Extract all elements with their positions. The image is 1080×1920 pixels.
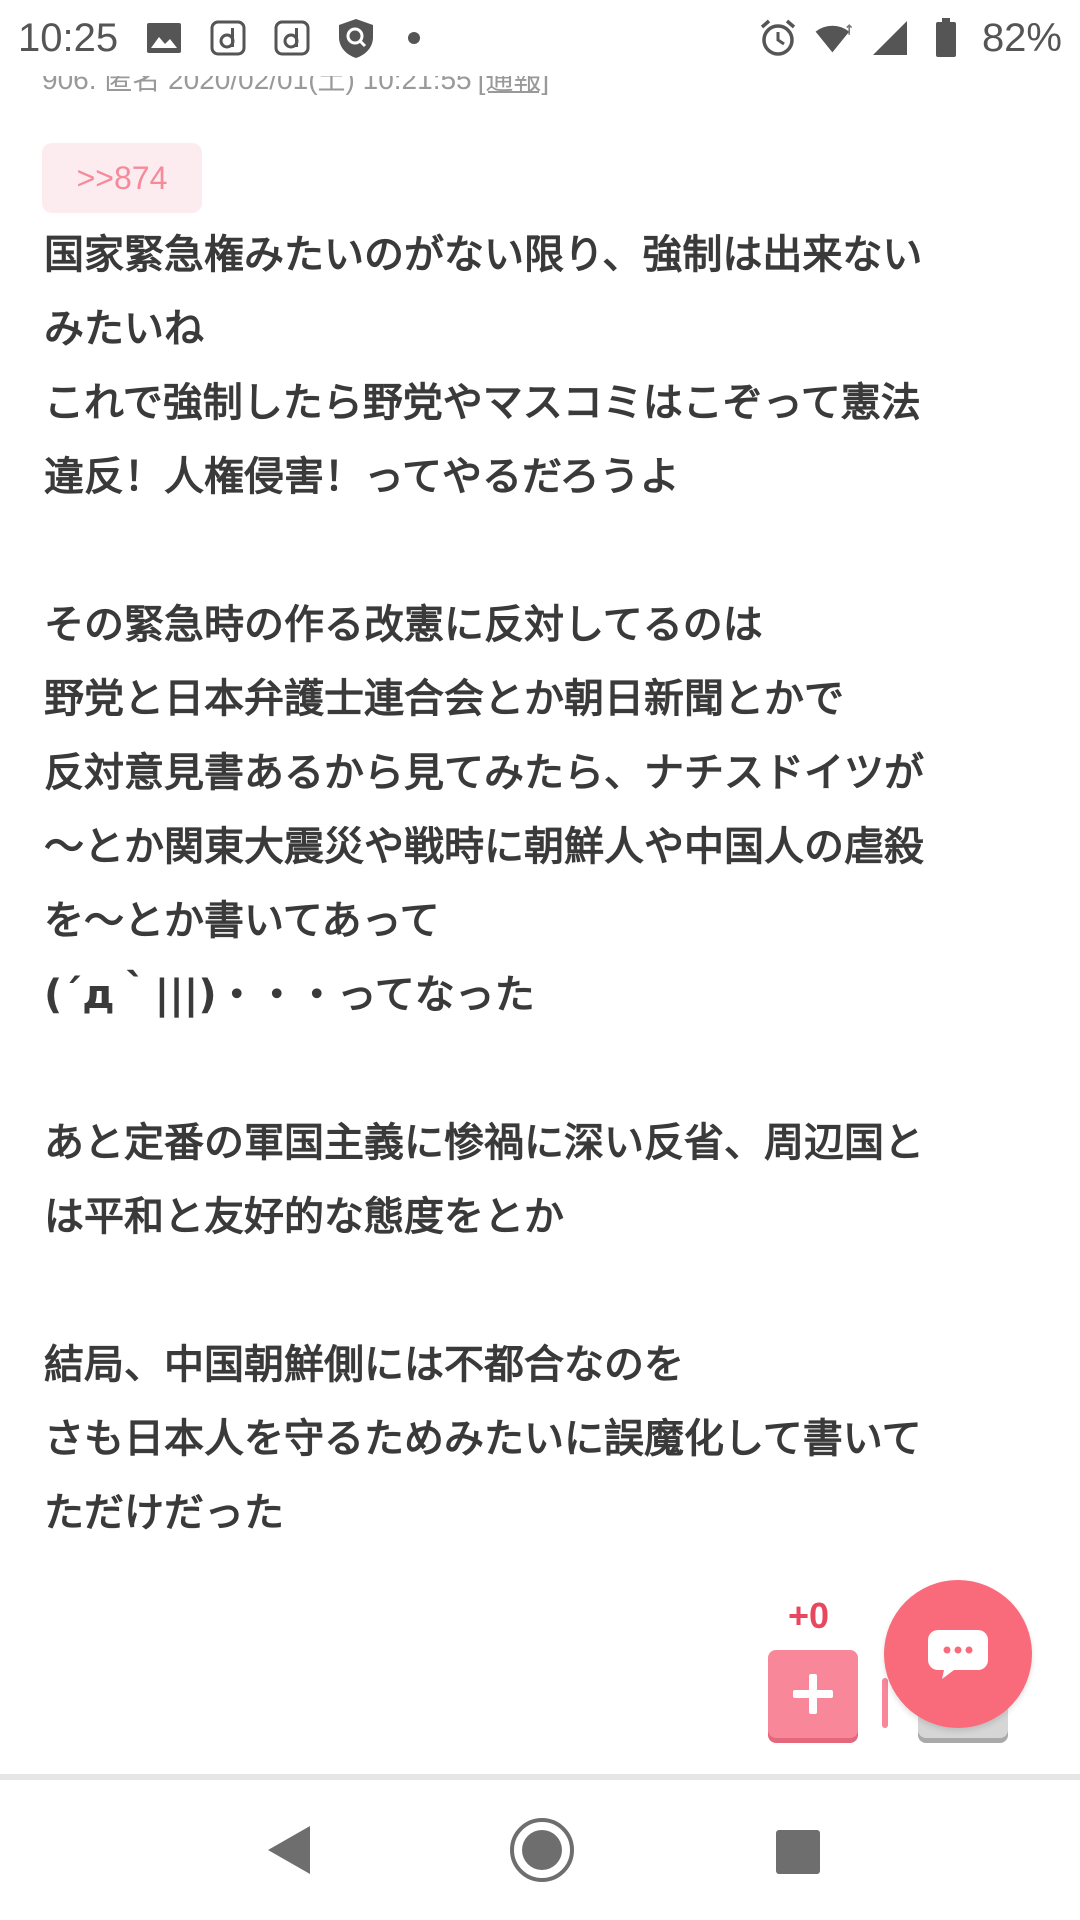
post-line: 国家緊急権みたいのがない限り、強制は出来ない	[44, 232, 923, 278]
chat-bubble-icon	[928, 1630, 988, 1679]
post-line: さも日本人を守るためみたいに誤魔化して書いて	[44, 1416, 922, 1462]
post-line: 違反！人権侵害！ってやるだろうよ	[44, 454, 680, 500]
post-line: 〜とか関東大震災や戦時に朝鮮人や中国人の虐殺	[44, 824, 924, 870]
post-line: は平和と友好的な態度をとか	[44, 1194, 564, 1240]
alarm-icon	[758, 18, 798, 58]
recents-square-icon	[776, 1830, 820, 1874]
back-button[interactable]	[250, 1810, 330, 1890]
battery-percent: 82%	[981, 15, 1062, 60]
shield-icon	[336, 18, 376, 58]
post-line: 結局、中国朝鮮側には不都合なのを	[44, 1342, 684, 1388]
post-body: 国家緊急権みたいのがない限り、強制は出来ない みたいね これで強制したら野党やマ…	[44, 218, 1044, 1550]
post-line: 野党と日本弁護士連合会とか朝日新聞とかで	[44, 676, 844, 722]
comment-fab-button[interactable]	[884, 1580, 1032, 1728]
navigation-bar	[0, 1780, 1080, 1920]
post-line: ただけだった	[44, 1490, 284, 1536]
d-app-icon-2	[272, 18, 312, 58]
post-line: みたいね	[44, 306, 204, 352]
post-line: 反対意見書あるから見てみたら、ナチスドイツが	[44, 750, 924, 796]
screen: 906. 匿名 2020/02/01(土) 10:21:55 [通報] >>874…	[0, 0, 1080, 1920]
back-triangle-icon	[268, 1826, 310, 1874]
post-line: これで強制したら野党やマスコミはこぞって憲法	[44, 380, 921, 426]
recents-button[interactable]	[758, 1812, 838, 1892]
home-circle-icon	[510, 1818, 574, 1882]
plus-vote-button[interactable]	[768, 1650, 858, 1738]
post-line: あと定番の軍国主義に惨禍に深い反省、周辺国と	[44, 1120, 924, 1166]
post-content: 906. 匿名 2020/02/01(土) 10:21:55 [通報] >>874…	[0, 0, 1080, 1775]
status-time: 10:25	[18, 15, 119, 60]
battery-icon	[926, 18, 966, 58]
post-line: その緊急時の作る改憲に反対してるのは	[44, 602, 763, 648]
minus-vote-button-edge	[882, 1678, 888, 1728]
plus-icon	[793, 1674, 833, 1714]
d-app-icon	[208, 18, 248, 58]
status-bar: 10:25 82%	[0, 0, 1080, 76]
plus-vote-count: +0	[788, 1595, 830, 1636]
post-line: (´д｀|||)・・・ってなった	[44, 972, 535, 1018]
more-dot-icon	[408, 32, 421, 44]
post-line: を〜とか書いてあって	[44, 898, 440, 944]
wifi-icon	[814, 18, 854, 58]
reply-anchor-badge[interactable]: >>874	[42, 143, 202, 213]
home-button[interactable]	[500, 1808, 584, 1892]
signal-icon	[870, 18, 910, 58]
image-icon	[144, 18, 184, 58]
status-right-group: 82%	[758, 16, 1062, 61]
